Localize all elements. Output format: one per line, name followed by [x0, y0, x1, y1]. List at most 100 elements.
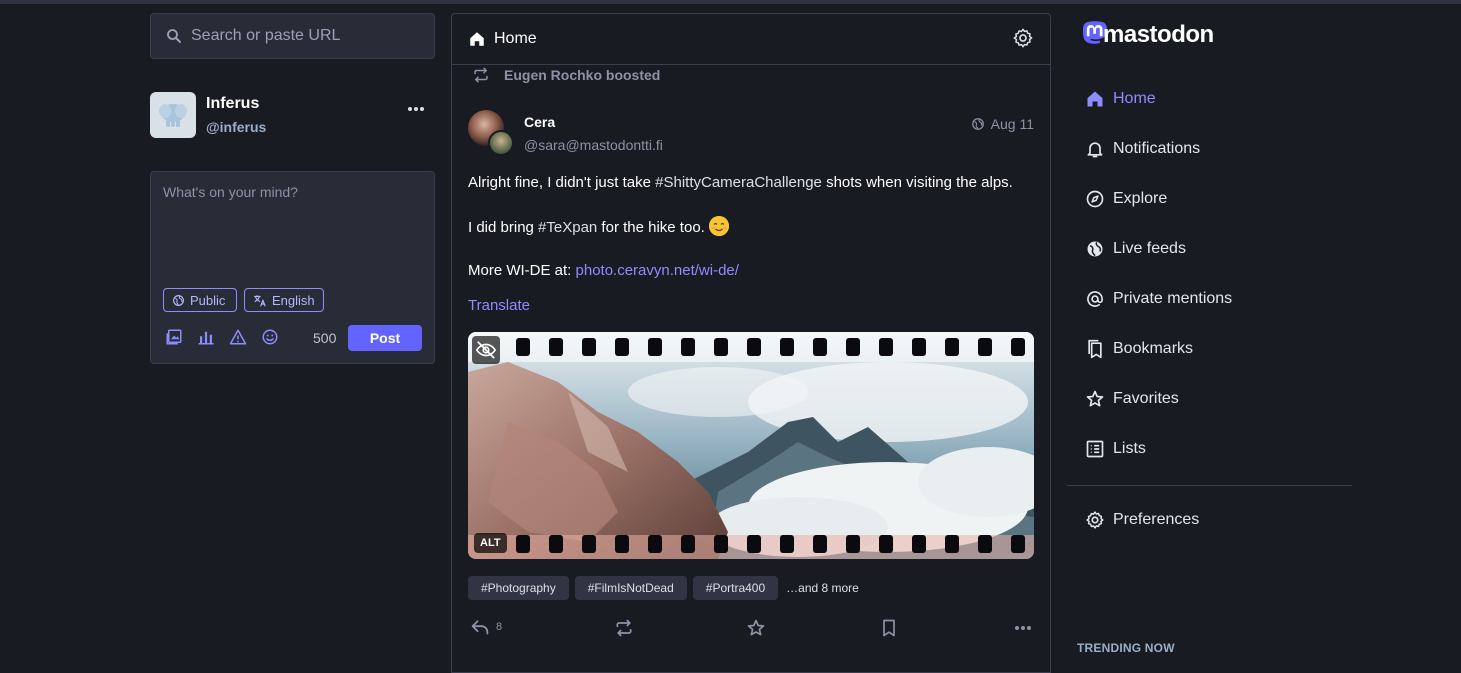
- hashtag-link[interactable]: #TeXpan: [538, 219, 597, 236]
- hashtag-chip[interactable]: #Portra400: [692, 576, 779, 600]
- text: More WI-DE at:: [468, 262, 576, 279]
- boost-prepend[interactable]: Eugen Rochko boosted: [472, 66, 660, 84]
- reply-button[interactable]: 8: [470, 618, 502, 636]
- account-display-name[interactable]: Inferus: [206, 95, 266, 113]
- poll-icon[interactable]: [197, 328, 215, 346]
- home-timeline-column: Home Eugen Rochko boosted Cera @sara@mas…: [451, 13, 1051, 673]
- star-icon: [1085, 389, 1105, 409]
- visibility-button[interactable]: Public: [163, 288, 237, 312]
- column-title: Home: [494, 30, 537, 47]
- visibility-label: Public: [190, 292, 226, 308]
- compose-toolbar: [165, 328, 279, 346]
- nav-item-private-mentions[interactable]: Private mentions: [1085, 284, 1232, 314]
- alt-text-badge[interactable]: ALT: [474, 533, 507, 553]
- bookmark-icon: [879, 618, 899, 638]
- nav-item-bookmarks[interactable]: Bookmarks: [1085, 334, 1193, 364]
- status-timestamp[interactable]: Aug 11: [971, 116, 1034, 132]
- hashtag-chip[interactable]: #FilmIsNotDead: [574, 576, 687, 600]
- boost-icon: [472, 66, 490, 84]
- author-display-name[interactable]: Cera: [524, 114, 555, 130]
- eye-slash-icon: [475, 339, 497, 361]
- search-placeholder: Search or paste URL: [191, 27, 341, 44]
- nav-item-home[interactable]: Home: [1085, 84, 1156, 114]
- post-button[interactable]: Post: [348, 325, 422, 351]
- hashtag-link[interactable]: #ShittyCameraChallenge: [655, 174, 822, 191]
- status-paragraph: I did bring #TeXpan for the hike too.: [468, 216, 1038, 238]
- column-header[interactable]: Home: [452, 14, 1050, 65]
- status-action-bar: 8: [468, 618, 1038, 642]
- search-input[interactable]: Search or paste URL: [150, 13, 435, 59]
- bell-icon: [1085, 139, 1105, 159]
- nav-item-label: Live feeds: [1113, 240, 1186, 257]
- ellipsis-icon: [1014, 618, 1032, 638]
- nav-item-label: Favorites: [1113, 390, 1179, 407]
- translate-button[interactable]: Translate: [468, 297, 530, 314]
- gear-icon: [1085, 510, 1105, 530]
- nav-item-label: Notifications: [1113, 140, 1201, 157]
- nav-item-lists[interactable]: Lists: [1085, 434, 1146, 464]
- reply-count: 8: [496, 621, 503, 633]
- home-icon: [1085, 89, 1105, 109]
- compose-column: Search or paste URL Inferus @inferus Wha…: [150, 13, 435, 364]
- nav-item-preferences[interactable]: Preferences: [1085, 505, 1199, 535]
- boosted-by-text: Eugen Rochko boosted: [504, 67, 661, 83]
- nav-item-label: Lists: [1113, 440, 1146, 457]
- account-handle[interactable]: @inferus: [206, 119, 266, 135]
- boost-icon: [614, 618, 634, 638]
- text: Alright fine, I didn't just take: [468, 174, 656, 191]
- avatar[interactable]: [150, 92, 196, 138]
- emoji-icon[interactable]: [261, 328, 279, 346]
- status-header: Cera @sara@mastodontti.fi Aug 11: [468, 110, 1034, 158]
- compose-textarea[interactable]: What's on your mind?: [163, 184, 298, 200]
- at-icon: [1085, 289, 1105, 309]
- text: shots when visiting the alps.: [821, 174, 1013, 191]
- nav-item-label: Private mentions: [1113, 290, 1233, 307]
- media-attachment[interactable]: ALT: [468, 332, 1034, 559]
- hide-media-button[interactable]: [472, 336, 500, 364]
- film-photo-image: [468, 332, 1034, 559]
- bookmarks-icon: [1085, 339, 1105, 359]
- globe-icon: [1085, 239, 1105, 259]
- character-counter: 500: [313, 330, 337, 346]
- language-button[interactable]: English: [244, 288, 324, 312]
- nav-item-favorites[interactable]: Favorites: [1085, 384, 1179, 414]
- home-icon: [468, 30, 486, 48]
- content-warning-icon[interactable]: [229, 328, 247, 346]
- image-icon[interactable]: [165, 328, 183, 346]
- bookmark-button[interactable]: [879, 618, 899, 638]
- settings-icon[interactable]: [1012, 27, 1034, 49]
- list-icon: [1085, 439, 1105, 459]
- nav-item-label: Explore: [1113, 190, 1168, 207]
- author-handle[interactable]: @sara@mastodontti.fi: [524, 137, 663, 153]
- more-options-button[interactable]: [1014, 618, 1032, 638]
- external-link[interactable]: photo.ceravyn.net/wi-de/: [576, 262, 739, 279]
- current-account: Inferus @inferus: [150, 92, 435, 138]
- star-icon: [746, 618, 766, 638]
- status-content: Alright fine, I didn't just take #Shitty…: [468, 172, 1038, 304]
- globe-icon: [971, 117, 985, 131]
- status-paragraph: More WI-DE at: photo.ceravyn.net/wi-de/: [468, 260, 1038, 282]
- trending-heading: TRENDING NOW: [1077, 641, 1175, 655]
- logo-wordmark: mastodon: [1103, 21, 1214, 48]
- booster-avatar: [488, 130, 514, 156]
- mastodon-logo[interactable]: mastodon: [1081, 20, 1214, 50]
- hashtag-chip[interactable]: #Photography: [468, 576, 569, 600]
- compose-form[interactable]: What's on your mind? Public English 500 …: [150, 171, 435, 364]
- boost-button[interactable]: [614, 618, 634, 638]
- nav-divider: [1067, 485, 1352, 486]
- search-icon: [165, 27, 183, 45]
- text: I did bring: [468, 219, 539, 236]
- status-date: Aug 11: [990, 116, 1034, 132]
- nav-item-explore[interactable]: Explore: [1085, 184, 1167, 214]
- language-label: English: [272, 292, 315, 308]
- translate-icon: [253, 294, 267, 307]
- status-paragraph: Alright fine, I didn't just take #Shitty…: [468, 172, 1038, 194]
- more-hashtags-button[interactable]: …and 8 more: [786, 581, 859, 595]
- favourite-button[interactable]: [746, 618, 766, 638]
- compass-icon: [1085, 189, 1105, 209]
- nav-item-label: Home: [1113, 90, 1156, 107]
- globe-icon: [172, 294, 185, 307]
- nav-item-live-feeds[interactable]: Live feeds: [1085, 234, 1186, 264]
- nav-item-notifications[interactable]: Notifications: [1085, 134, 1200, 164]
- ellipsis-icon[interactable]: [407, 106, 425, 112]
